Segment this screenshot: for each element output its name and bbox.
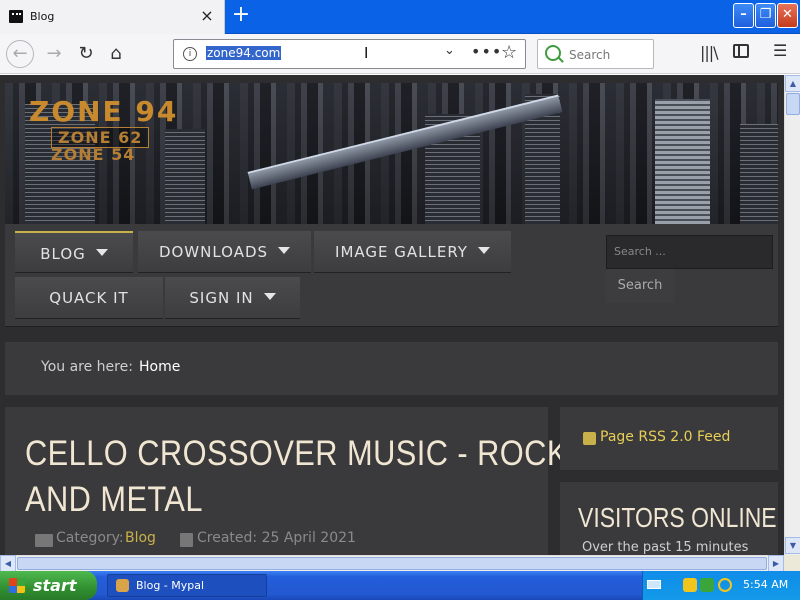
category-label: Category: (56, 530, 124, 546)
back-arrow-icon[interactable]: ← (6, 40, 34, 68)
scrollbar-corner (784, 555, 800, 571)
horizontal-scroll-thumb[interactable] (17, 557, 767, 570)
article-title[interactable]: CELLO CROSSOVER MUSIC - ROCK AND METAL (25, 431, 567, 523)
category-link[interactable]: Blog (125, 530, 156, 546)
article-title-line[interactable]: CELLO CROSSOVER MUSIC - ROCK (25, 431, 567, 477)
clock[interactable]: 5:54 AM (743, 578, 788, 591)
breadcrumb-label: You are here: (41, 359, 133, 375)
start-button[interactable]: start (0, 571, 97, 600)
site-search-input[interactable]: Search ... (606, 235, 773, 269)
browser-app-icon (116, 579, 129, 592)
web-page: ZONE 94 ZONE 62 ZONE 54 BLOG DOWNLOADS I… (0, 75, 784, 555)
vertical-scrollbar[interactable]: ▲ ▼ (784, 75, 800, 555)
scroll-down-icon[interactable]: ▼ (785, 537, 800, 554)
menu-item-quack-it[interactable]: QUACK IT (15, 277, 163, 319)
hamburger-menu-icon[interactable]: ☰ (773, 41, 787, 60)
url-text[interactable]: zone94.com (206, 46, 282, 60)
system-tray: 5:54 AM (642, 571, 800, 600)
caret-down-icon (278, 247, 291, 254)
folder-icon (35, 534, 53, 547)
windows-logo-icon (9, 578, 25, 593)
site-logo[interactable]: ZONE 94 (29, 95, 178, 128)
site-favicon-icon (9, 10, 23, 23)
more-actions-icon[interactable]: ••• (471, 42, 502, 61)
scroll-left-icon[interactable]: ◀ (0, 555, 16, 572)
navigation-toolbar: ← → ↻ ⌂ i zone94.com I ⌄ ••• ☆ Search ||… (0, 34, 800, 74)
search-icon[interactable] (718, 578, 732, 592)
scroll-up-icon[interactable]: ▲ (785, 75, 800, 92)
info-icon[interactable]: i (183, 47, 197, 61)
menu-item-downloads[interactable]: DOWNLOADS (138, 231, 311, 273)
reload-icon[interactable]: ↻ (72, 40, 100, 68)
tab-blog[interactable]: Blog × (0, 0, 225, 34)
article-title-line[interactable]: AND METAL (25, 477, 474, 523)
new-tab-button[interactable]: + (230, 4, 252, 28)
sidebar-icon[interactable] (733, 44, 749, 58)
main-menu: BLOG DOWNLOADS IMAGE GALLERY QUACK IT SI… (5, 224, 778, 327)
start-label: start (33, 576, 77, 595)
text-cursor-icon: I (364, 44, 369, 62)
tab-title: Blog (30, 10, 55, 23)
home-icon[interactable]: ⌂ (102, 40, 130, 68)
horizontal-scrollbar[interactable]: ◀ ▶ (0, 555, 784, 572)
network-icon[interactable] (700, 578, 714, 592)
created-date: Created: 25 April 2021 (197, 530, 356, 546)
menu-item-sign-in[interactable]: SIGN IN (165, 277, 300, 319)
visitors-subtitle: Over the past 15 minutes (582, 540, 749, 555)
caret-down-icon (263, 293, 276, 300)
site-logo-subline-2: ZONE 54 (51, 145, 136, 164)
keyboard-icon[interactable] (647, 580, 661, 589)
taskbar: start Blog - Mypal 5:54 AM (0, 571, 800, 600)
caret-down-icon (477, 247, 490, 254)
menu-label: QUACK IT (49, 289, 129, 307)
tab-close-icon[interactable]: × (198, 6, 216, 26)
rss-module: Page RSS 2.0 Feed (560, 407, 778, 470)
rss-icon (583, 432, 596, 445)
minimize-button[interactable]: – (733, 3, 754, 28)
taskbar-window-button[interactable]: Blog - Mypal (107, 574, 267, 597)
title-bar: Blog × + – ❐ ✕ (0, 0, 800, 34)
visitors-module: VISITORS ONLINE Over the past 15 minutes (560, 482, 778, 555)
search-icon[interactable] (545, 45, 561, 61)
article: CELLO CROSSOVER MUSIC - ROCK AND METAL C… (5, 407, 567, 555)
site-search-button[interactable]: Search (606, 269, 674, 303)
menu-label: IMAGE GALLERY (335, 243, 468, 261)
rss-feed-link[interactable]: Page RSS 2.0 Feed (600, 429, 730, 445)
breadcrumb: You are here: Home (5, 342, 778, 395)
security-shield-icon[interactable] (683, 578, 697, 592)
search-placeholder: Search (569, 48, 611, 62)
forward-arrow-icon[interactable]: → (40, 40, 68, 68)
site-banner[interactable]: ZONE 94 ZONE 62 ZONE 54 (5, 83, 778, 224)
menu-label: DOWNLOADS (158, 243, 269, 261)
taskbar-window-label: Blog - Mypal (136, 579, 205, 592)
menu-label: BLOG (40, 245, 86, 263)
library-icon[interactable]: |||\ (700, 43, 719, 62)
banner-train-graphic (247, 94, 563, 190)
breadcrumb-home: Home (139, 359, 181, 375)
bookmark-star-icon[interactable]: ☆ (501, 42, 517, 63)
scroll-right-icon[interactable]: ▶ (768, 555, 784, 572)
chevron-down-icon[interactable]: ⌄ (444, 43, 455, 58)
maximize-button[interactable]: ❐ (755, 3, 776, 28)
caret-down-icon (95, 249, 108, 256)
menu-item-blog[interactable]: BLOG (15, 231, 133, 273)
browser-search-box[interactable]: Search (537, 39, 654, 69)
menu-item-image-gallery[interactable]: IMAGE GALLERY (314, 231, 511, 273)
visitors-title: VISITORS ONLINE (578, 502, 777, 533)
calendar-icon (180, 533, 193, 547)
address-bar[interactable]: i zone94.com I ⌄ ••• ☆ (173, 39, 526, 69)
vertical-scroll-thumb[interactable] (786, 93, 800, 115)
menu-label: SIGN IN (189, 289, 254, 307)
close-window-button[interactable]: ✕ (777, 3, 798, 28)
